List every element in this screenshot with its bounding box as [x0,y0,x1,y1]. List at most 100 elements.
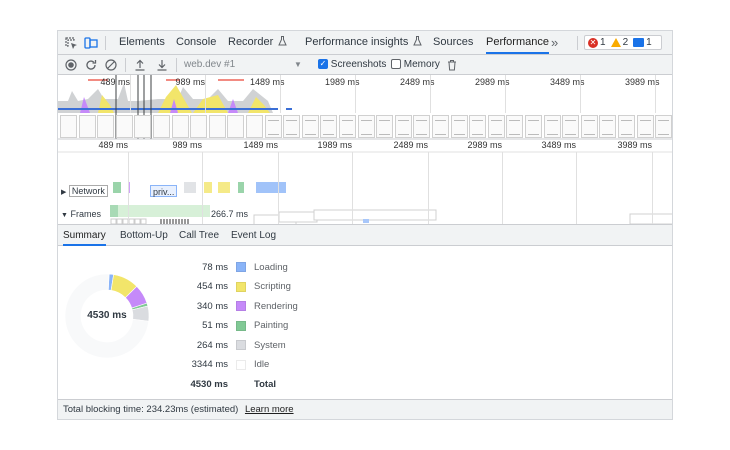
legend-label: Rendering [254,300,298,312]
issues-counter[interactable]: ✕ 1 2 1 [584,35,662,50]
screenshot-thumbnail[interactable] [283,115,301,138]
tab-sources[interactable]: Sources [433,31,473,54]
tab-performance[interactable]: Performance [486,31,549,54]
legend-swatch [236,320,246,331]
screenshot-thumbnail[interactable] [320,115,338,138]
network-track-header[interactable]: ▶ Network [61,185,108,197]
screenshot-thumbnail[interactable] [450,115,468,138]
screenshot-thumbnail[interactable] [339,115,356,138]
more-tabs-button[interactable]: » [551,31,558,54]
thumbnail-line [342,120,353,121]
screenshot-thumbnail[interactable] [432,115,449,138]
screenshot-thumbnail[interactable] [171,115,189,138]
performance-toolbar: web.dev #1 ▼ ✓ Screenshots Memory [58,55,672,75]
tab-elements[interactable]: Elements [119,31,165,54]
screenshot-thumbnail[interactable] [506,115,524,138]
learn-more-link[interactable]: Learn more [245,404,294,415]
overview-tick-label: 3989 ms [625,77,660,87]
screenshot-thumbnail[interactable] [115,115,133,138]
clear-icon[interactable] [103,57,118,72]
reload-icon[interactable] [83,57,98,72]
memory-label: Memory [403,59,440,70]
screenshot-thumbnail[interactable] [413,115,431,138]
thumbnail-line [509,134,521,135]
network-overview-bar [58,108,278,110]
screenshot-thumbnail[interactable] [394,115,412,138]
main-tick-label: 989 ms [172,140,202,150]
screenshot-thumbnail[interactable] [580,115,598,138]
screenshot-thumbnail[interactable] [599,115,617,138]
garbage-collect-icon[interactable] [445,57,458,72]
screenshot-thumbnail[interactable] [60,115,77,138]
thumbnail-line [286,134,298,135]
memory-checkbox[interactable]: Memory [391,55,440,74]
frame-bar [110,205,118,217]
tab-call-tree[interactable]: Call Tree [179,225,219,246]
frames-track-header[interactable]: ▼ Frames [61,208,101,220]
screenshot-thumbnail[interactable] [134,115,152,138]
screenshot-thumbnail[interactable] [376,115,394,138]
record-icon[interactable] [63,57,78,72]
download-icon[interactable] [154,57,169,72]
screenshot-thumbnail[interactable] [97,115,115,138]
thumbnail-line [546,120,558,121]
collapse-arrow-icon: ▼ [61,212,68,219]
screenshots-checkbox[interactable]: ✓ Screenshots [318,55,386,74]
screenshot-thumbnail[interactable] [655,115,672,138]
screenshot-thumbnail[interactable] [618,115,635,138]
tab-recorder[interactable]: Recorder [228,31,288,54]
legend-row-painting: 51 ms Painting [168,319,288,333]
screenshot-thumbnail[interactable] [190,115,208,138]
screenshot-thumbnail[interactable] [208,115,226,138]
legend-row-total: 4530 ms Total [168,377,276,391]
thumbnail-line [360,120,372,121]
legend-row-scripting: 454 ms Scripting [168,280,291,294]
thumbnail-line [416,134,428,135]
screenshot-thumbnail[interactable] [78,115,96,138]
network-overview-bar [286,108,292,110]
overview-gridline [280,75,281,113]
screenshot-thumbnail[interactable] [153,115,170,138]
screenshot-thumbnail[interactable] [525,115,542,138]
main-tick-label: 1989 ms [317,140,352,150]
tab-event-log[interactable]: Event Log [231,225,276,246]
network-request-bar[interactable]: priv... [150,185,178,197]
overview-tick-label: 1489 ms [250,77,285,87]
upload-icon[interactable] [132,57,147,72]
screenshot-thumbnail[interactable] [543,115,561,138]
screenshot-thumbnail[interactable] [487,115,505,138]
screenshot-thumbnail[interactable] [264,115,282,138]
tab-summary[interactable]: Summary [63,225,106,246]
inspect-element-icon[interactable] [63,35,79,51]
screenshot-thumbnail[interactable] [636,115,654,138]
tab-bottom-up[interactable]: Bottom-Up [120,225,168,246]
tab-console[interactable]: Console [176,31,216,54]
status-footer: Total blocking time: 234.23ms (estimated… [58,399,672,419]
overview-gridline [130,75,131,113]
main-gridline [652,152,653,224]
tab-performance-insights[interactable]: Performance insights [305,31,423,54]
screenshot-thumbnail[interactable] [562,115,580,138]
thumbnail-line [416,120,428,121]
screenshot-thumbnail[interactable] [227,115,245,138]
thumbnail-line [267,120,279,121]
legend-value: 3344 ms [191,359,228,370]
checkbox-unchecked-icon [391,59,401,70]
network-request-segment [218,182,230,193]
screenshot-thumbnail[interactable] [469,115,487,138]
profile-select[interactable]: web.dev #1 ▼ [184,55,304,74]
thumbnail-line [472,134,484,135]
screenshot-thumbnail[interactable] [246,115,263,138]
screenshot-thumbnail[interactable] [357,115,375,138]
screenshot-thumbnail[interactable] [301,115,319,138]
dropdown-arrow-icon: ▼ [294,60,302,69]
screenshots-label: Screenshots [330,59,387,70]
overview-tick-label: 989 ms [175,77,205,87]
device-toolbar-icon[interactable] [83,35,99,51]
timeline-area[interactable]: 489 ms 989 ms 1489 ms 1989 ms 2489 ms 2989 ms… [58,75,672,226]
thumbnail-line [565,120,577,121]
thumbnail-line [397,134,409,135]
main-gridline [202,152,203,224]
main-gridline [352,152,353,224]
legend-value: 51 ms [202,320,228,331]
